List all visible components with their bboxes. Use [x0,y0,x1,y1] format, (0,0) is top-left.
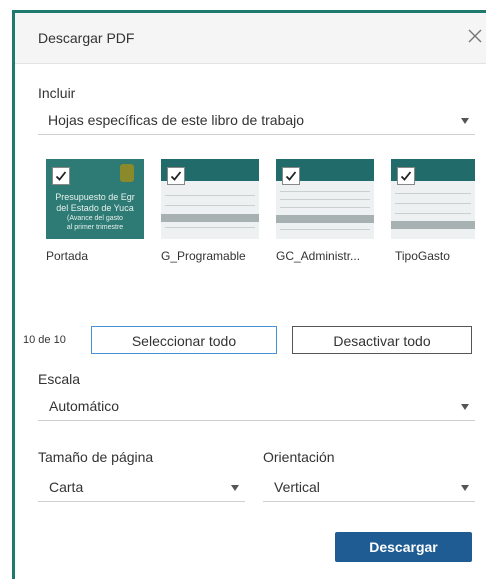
select-all-button[interactable]: Seleccionar todo [91,326,277,354]
include-label: Incluir [38,85,76,101]
page-size-label: Tamaño de página [38,449,154,465]
orientation-select[interactable]: Vertical [263,475,475,502]
sheet-label: GC_Administr... [276,249,361,263]
checkmark-icon [400,171,412,181]
checkmark-icon [285,171,297,181]
seal-icon [120,164,134,182]
chevron-down-icon [231,485,239,491]
sheet-label: TipoGasto [395,249,450,263]
sheet-checkbox[interactable] [397,167,415,185]
dialog-title: Descargar PDF [38,30,135,46]
selection-count: 10 de 10 [23,334,66,346]
chevron-down-icon [461,485,469,491]
deselect-all-button[interactable]: Desactivar todo [292,326,472,354]
scale-select[interactable]: Automático [38,394,475,421]
sheet-checkbox[interactable] [167,167,185,185]
sheet-checkbox[interactable] [282,167,300,185]
app-root: Descargar PDF Incluir Hojas específicas … [0,0,486,579]
checkmark-icon [170,171,182,181]
page-size-value: Carta [49,479,84,495]
cover-line: al primer trimestre [66,224,124,231]
sheet-checkbox[interactable] [52,167,70,185]
sheet-label: Portada [46,249,89,263]
dialog-header: Descargar PDF [15,13,486,64]
orientation-label: Orientación [263,449,335,465]
close-icon[interactable] [465,26,485,46]
page-size-select[interactable]: Carta [38,475,245,502]
checkmark-icon [55,171,67,181]
cover-line: (Avance del gasto [67,215,123,222]
sheet-thumbnails: Presupuesto de Egr del Estado de Yuca (A… [46,159,476,289]
include-select[interactable]: Hojas específicas de este libro de traba… [38,108,475,135]
chevron-down-icon [461,404,469,410]
download-button[interactable]: Descargar [335,532,472,562]
cover-line: del Estado de Yuca [56,203,134,213]
cover-line: Presupuesto de Egr [55,192,135,202]
chevron-down-icon [461,118,469,124]
scale-label: Escala [38,371,81,387]
sheet-label: G_Programable [161,249,246,263]
download-pdf-dialog: Descargar PDF Incluir Hojas específicas … [15,13,486,579]
scale-value: Automático [49,398,120,414]
orientation-value: Vertical [274,479,320,495]
include-value: Hojas específicas de este libro de traba… [48,112,305,128]
